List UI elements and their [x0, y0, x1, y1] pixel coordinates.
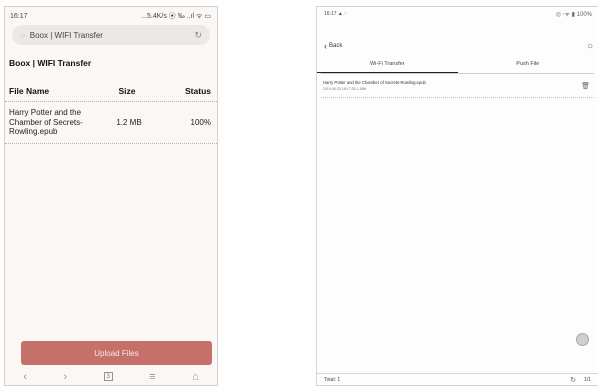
tab-push-file[interactable]: Push File	[458, 61, 598, 73]
phone-status-indicators: ...5.4K/s ⦿ ‰ ..ıl ᯤ ▭	[141, 13, 211, 20]
list-item[interactable]: Harry Potter and the Chamber of Secrets-…	[321, 74, 594, 98]
phone-status-time: 16:17	[10, 12, 28, 20]
page-indicator: 1/1	[584, 376, 591, 383]
tabs-icon[interactable]: 3	[103, 372, 113, 381]
search-icon[interactable]: ○	[587, 41, 593, 52]
back-button[interactable]: ‹ Back	[324, 41, 342, 51]
total-count: Total: 1	[324, 376, 341, 383]
menu-icon[interactable]: ≡	[149, 371, 155, 383]
reload-icon[interactable]: ↻	[194, 30, 202, 41]
phone-url-bar[interactable]: ◌ Boox | WIFI Transfer ↻	[12, 25, 210, 45]
floating-action-button[interactable]	[576, 333, 589, 346]
transfer-file-details: 2019-06-03 16:17:33 1.18M	[323, 87, 367, 91]
forward-icon[interactable]: ›	[63, 371, 67, 383]
table-row: Harry Potter and the Chamber of Secrets-…	[5, 102, 217, 144]
header-file-name: File Name	[9, 85, 50, 96]
page-icon: ◌	[20, 30, 25, 40]
tablet-footer: Total: 1 ↻ 1/1	[317, 373, 598, 385]
transfer-file-name: Harry Potter and the Chamber of Secrets-…	[323, 80, 426, 85]
active-tab-indicator	[317, 72, 458, 73]
trash-icon[interactable]: 🗑	[581, 82, 590, 90]
chevron-left-icon: ‹	[324, 41, 327, 51]
tablet-transfer-screen: 16:17 ▲ ◌ ◎ ⋅ᯤ ▮ 100% ‹ Back ○ Wi-Fi Tra…	[316, 6, 598, 386]
file-table-header: File Name Size Status	[5, 80, 217, 102]
header-size: Size	[118, 85, 136, 96]
refresh-icon[interactable]: ↻	[570, 376, 576, 384]
header-status: Status	[185, 85, 211, 96]
phone-nav-bar: ‹ › 3 ≡ ⌂	[5, 368, 217, 385]
file-name-cell: Harry Potter and the Chamber of Secrets-…	[9, 108, 83, 137]
phone-url-text[interactable]: Boox | WIFI Transfer	[30, 31, 103, 40]
tablet-status-bar: 16:17 ▲ ◌ ◎ ⋅ᯤ ▮ 100%	[317, 7, 598, 21]
tablet-tabs: Wi-Fi Transfer Push File	[317, 61, 598, 73]
page-title: Boox | WIFI Transfer	[9, 58, 92, 68]
home-icon[interactable]: ⌂	[192, 371, 199, 383]
upload-files-button[interactable]: Upload Files	[21, 341, 212, 365]
phone-status-bar: 16:17 ...5.4K/s ⦿ ‰ ..ıl ᯤ ▭	[5, 7, 217, 23]
tablet-status-indicators: ◎ ⋅ᯤ ▮ 100%	[555, 12, 592, 18]
phone-browser-screen: 16:17 ...5.4K/s ⦿ ‰ ..ıl ᯤ ▭ ◌ Boox | WI…	[4, 6, 218, 386]
back-icon[interactable]: ‹	[23, 371, 27, 383]
file-status-cell: 100%	[190, 117, 211, 127]
file-size-cell: 1.2 MB	[116, 117, 142, 127]
back-label: Back	[329, 43, 343, 49]
tablet-top-bar: ‹ Back ○	[317, 31, 598, 61]
tablet-status-time: 16:17 ▲ ◌	[324, 11, 348, 17]
